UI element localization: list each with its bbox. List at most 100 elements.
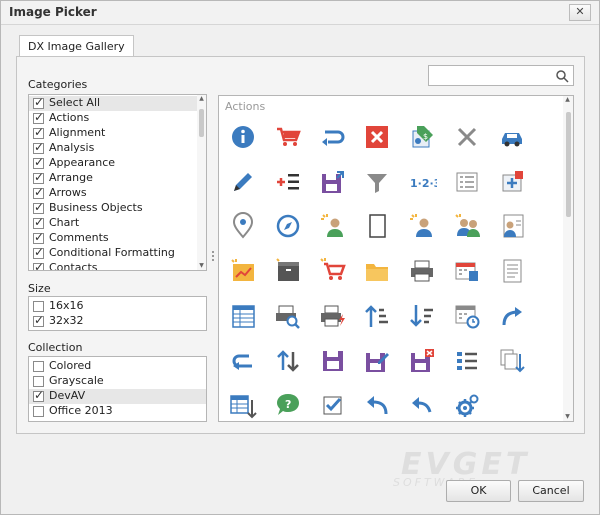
checkbox[interactable] — [33, 388, 44, 402]
filter-icon[interactable] — [362, 167, 392, 197]
checkbox[interactable] — [33, 245, 44, 259]
categories-list-item[interactable]: Alignment — [29, 125, 206, 141]
customer-group-icon[interactable] — [452, 211, 482, 241]
checkbox[interactable] — [33, 215, 44, 229]
new-employee-icon[interactable] — [318, 211, 348, 241]
panel-splitter[interactable] — [212, 251, 215, 265]
folder-icon[interactable] — [362, 256, 392, 286]
scroll-up-icon[interactable]: ▲ — [198, 95, 205, 103]
new-box-icon[interactable] — [273, 256, 303, 286]
checkbox-icon[interactable] — [318, 390, 348, 420]
cancel-button[interactable]: Cancel — [518, 480, 584, 502]
bullet-list-icon[interactable] — [452, 346, 482, 376]
ok-button[interactable]: OK — [446, 480, 511, 502]
categories-scrollbar[interactable]: ▲ ▼ — [197, 95, 206, 270]
checkbox[interactable] — [33, 230, 44, 244]
document-icon[interactable] — [497, 256, 527, 286]
close-button[interactable]: ✕ — [569, 4, 591, 21]
categories-list-item[interactable]: Actions — [29, 110, 206, 126]
categories-list-item[interactable]: Arrange — [29, 170, 206, 186]
checkbox[interactable] — [33, 406, 44, 417]
info-icon[interactable] — [228, 122, 258, 152]
collection-list-item[interactable]: Grayscale — [29, 374, 206, 389]
categories-list-item[interactable]: Business Objects — [29, 200, 206, 216]
new-cart-icon[interactable] — [318, 256, 348, 286]
undo-curve-icon[interactable] — [407, 390, 437, 420]
categories-list-item[interactable]: Appearance — [29, 155, 206, 171]
add-item-icon[interactable] — [497, 167, 527, 197]
scroll-thumb[interactable] — [566, 112, 571, 217]
printer-icon[interactable] — [407, 256, 437, 286]
checkbox[interactable] — [33, 301, 44, 312]
categories-list-item[interactable]: Arrows — [29, 185, 206, 201]
car-icon[interactable] — [497, 122, 527, 152]
collection-list-item[interactable]: Office 2013 — [29, 404, 206, 419]
checkbox[interactable] — [33, 260, 44, 270]
checkbox[interactable] — [33, 155, 44, 169]
undo-icon[interactable] — [228, 346, 258, 376]
save-close-icon[interactable] — [407, 346, 437, 376]
gallery-scrollbar[interactable]: ▲ ▼ — [563, 96, 573, 421]
search-icon[interactable] — [555, 69, 569, 83]
categories-list-item[interactable]: Chart — [29, 215, 206, 231]
pencil-icon[interactable] — [228, 167, 258, 197]
size-list-item[interactable]: 16x16 — [29, 299, 206, 314]
print-flash-icon[interactable] — [318, 301, 348, 331]
blank-page-icon[interactable] — [362, 211, 392, 241]
checkbox[interactable] — [33, 110, 44, 124]
compass-icon[interactable] — [273, 211, 303, 241]
save-as-icon[interactable] — [318, 167, 348, 197]
save-edit-icon[interactable] — [362, 346, 392, 376]
back-arrow-icon[interactable] — [362, 390, 392, 420]
print-preview-icon[interactable] — [273, 301, 303, 331]
swap-icon[interactable] — [273, 346, 303, 376]
categories-list[interactable]: Select All Actions Alignment Analysis Appear… — [28, 94, 207, 271]
numbering-icon[interactable]: 1·2·3 — [407, 167, 437, 197]
checkbox[interactable] — [33, 170, 44, 184]
contact-card-icon[interactable] — [497, 211, 527, 241]
sort-down-icon[interactable] — [407, 301, 437, 331]
new-chart-icon[interactable] — [228, 256, 258, 286]
sort-up-icon[interactable] — [362, 301, 392, 331]
settings-gear-icon[interactable] — [452, 390, 482, 420]
categories-list-item[interactable]: Conditional Formatting — [29, 245, 206, 261]
scroll-down-icon[interactable]: ▼ — [564, 413, 571, 421]
close-icon[interactable] — [452, 122, 482, 152]
copy-down-icon[interactable] — [497, 346, 527, 376]
categories-list-item[interactable]: Comments — [29, 230, 206, 246]
checkbox[interactable] — [33, 313, 44, 327]
size-list[interactable]: 16x16 32x32 — [28, 296, 207, 331]
scroll-up-icon[interactable]: ▲ — [564, 96, 571, 104]
search-box[interactable] — [428, 65, 574, 86]
categories-list-item[interactable]: Analysis — [29, 140, 206, 156]
forward-icon[interactable] — [497, 301, 527, 331]
categories-list-item[interactable]: Contacts — [29, 260, 206, 270]
calendar-clock-icon[interactable] — [452, 301, 482, 331]
checkbox[interactable] — [33, 140, 44, 154]
table-down-icon[interactable] — [228, 390, 258, 420]
checkbox[interactable] — [33, 185, 44, 199]
checkbox[interactable] — [33, 361, 44, 372]
checkbox[interactable] — [33, 125, 44, 139]
categories-list-item[interactable]: Select All — [29, 95, 206, 111]
collection-list-item[interactable]: DevAV — [29, 388, 206, 404]
new-contact-icon[interactable] — [407, 211, 437, 241]
help-chat-icon[interactable]: ? — [273, 390, 303, 420]
shopping-cart-icon[interactable] — [273, 122, 303, 152]
price-tag-icon[interactable]: $ — [407, 122, 437, 152]
checkbox[interactable] — [33, 376, 44, 387]
add-list-icon[interactable] — [273, 167, 303, 197]
scroll-down-icon[interactable]: ▼ — [198, 262, 205, 270]
tab-dx-image-gallery[interactable]: DX Image Gallery — [19, 35, 134, 57]
table-icon[interactable] — [228, 301, 258, 331]
delete-x-icon[interactable] — [362, 122, 392, 152]
size-list-item[interactable]: 32x32 — [29, 313, 206, 329]
redo-arrow-icon[interactable] — [318, 122, 348, 152]
map-pin-icon[interactable] — [228, 211, 258, 241]
scroll-thumb[interactable] — [199, 109, 204, 137]
save-icon[interactable] — [318, 346, 348, 376]
checkbox[interactable] — [33, 95, 44, 109]
delete-calendar-icon[interactable] — [452, 256, 482, 286]
list-icon[interactable] — [452, 167, 482, 197]
collection-list[interactable]: Colored Grayscale DevAV Office 2013 — [28, 356, 207, 422]
